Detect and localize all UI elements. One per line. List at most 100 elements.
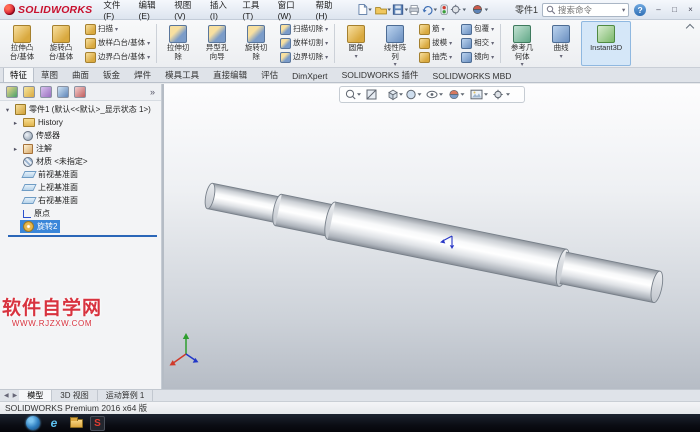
- print-document-button[interactable]: [409, 5, 419, 15]
- menu-insert[interactable]: 插入(I): [206, 0, 238, 24]
- expand-arrow-icon[interactable]: ▸: [11, 119, 20, 127]
- view-orientation-icon[interactable]: [388, 89, 403, 101]
- minimize-button[interactable]: –: [653, 5, 664, 14]
- shaft-model[interactable]: [202, 177, 665, 307]
- internet-explorer-icon[interactable]: e: [46, 416, 62, 431]
- tree-item-sensors[interactable]: 传感器: [0, 129, 161, 142]
- save-document-button[interactable]: [392, 4, 408, 15]
- solidworks-taskbar-icon[interactable]: S: [90, 415, 105, 431]
- tab-solidworks-mbd[interactable]: SOLIDWORKS MBD: [426, 68, 519, 82]
- open-document-button[interactable]: [374, 7, 391, 15]
- intersect-button[interactable]: 相交 ▾: [459, 37, 496, 50]
- tree-item-origin[interactable]: 原点: [0, 207, 161, 220]
- menu-tools[interactable]: 工具(T): [238, 0, 273, 24]
- boundary-cut-button[interactable]: 边界切除 ▾: [278, 51, 330, 64]
- display-style-icon[interactable]: [406, 89, 422, 100]
- tab-surfaces[interactable]: 曲面: [65, 66, 96, 82]
- command-search[interactable]: ▾: [541, 2, 630, 17]
- tree-root-part[interactable]: ▾ 零件1 (默认<<默认>_显示状态 1>): [0, 103, 161, 116]
- help-icon[interactable]: ?: [634, 3, 646, 16]
- tree-item-annotations[interactable]: ▸ 注解: [0, 142, 161, 155]
- swept-boss-base-button[interactable]: 扫描 ▾: [83, 23, 152, 36]
- extruded-cut-button[interactable]: 拉伸切除: [159, 21, 197, 66]
- tree-item-body: 右视基准面: [20, 194, 81, 207]
- reference-geometry-button[interactable]: 参考几 何体 ▾: [503, 21, 541, 68]
- lofted-cut-button[interactable]: 放样切割 ▾: [278, 37, 330, 50]
- tree-item-right-plane[interactable]: 右视基准面: [0, 194, 161, 207]
- doc-tab-model[interactable]: 模型: [19, 390, 53, 401]
- feature-manager-panel: » ▾ 零件1 (默认<<默认>_显示状态 1>) ▸ History 传感器 ▸ 注解 材质…: [0, 84, 162, 389]
- revolved-boss-base-button[interactable]: 旋转凸 台/基体: [42, 21, 80, 66]
- tab-evaluate[interactable]: 评估: [254, 66, 285, 82]
- 3d-model-scene[interactable]: [164, 84, 700, 389]
- tree-item-material[interactable]: 材质 <未指定>: [0, 155, 161, 168]
- menu-view[interactable]: 视图(V): [170, 0, 206, 24]
- curves-button[interactable]: 曲线 ▾: [542, 21, 580, 66]
- new-document-button[interactable]: [358, 4, 372, 15]
- zoom-fit-icon[interactable]: [345, 89, 361, 100]
- options-gear-button[interactable]: [450, 4, 466, 15]
- rebuild-button[interactable]: [440, 4, 448, 15]
- tab-features[interactable]: 特征: [3, 66, 35, 82]
- tree-item-top-plane[interactable]: 上视基准面: [0, 181, 161, 194]
- collapse-ribbon-icon[interactable]: [685, 23, 695, 33]
- section-view-icon[interactable]: [366, 89, 377, 100]
- maximize-button[interactable]: □: [669, 5, 680, 14]
- tab-mold-tools[interactable]: 模具工具: [158, 66, 206, 82]
- hole-wizard-button[interactable]: 异型孔 向导: [198, 21, 236, 66]
- expand-arrow-icon[interactable]: ▾: [3, 106, 12, 114]
- search-input[interactable]: [557, 4, 620, 15]
- property-manager-tab[interactable]: [23, 86, 35, 98]
- start-button[interactable]: [26, 416, 40, 430]
- dimxpert-manager-tab[interactable]: [57, 86, 69, 98]
- revolved-cut-button[interactable]: 旋转切除: [237, 21, 275, 66]
- close-button[interactable]: ×: [685, 5, 696, 14]
- edit-appearance-icon[interactable]: [449, 89, 465, 100]
- edit-appearance-button[interactable]: [472, 5, 488, 14]
- tree-item-history[interactable]: ▸ History: [0, 116, 161, 129]
- tab-weldments[interactable]: 焊件: [127, 66, 158, 82]
- feature-manager-tab[interactable]: [6, 86, 18, 98]
- instant3d-button[interactable]: Instant3D: [581, 21, 632, 66]
- configuration-manager-tab[interactable]: [40, 86, 52, 98]
- tree-item-front-plane[interactable]: 前视基准面: [0, 168, 161, 181]
- undo-button[interactable]: [422, 6, 437, 15]
- tree-item-revolve2[interactable]: 旋转2: [0, 220, 161, 233]
- tab-dimxpert[interactable]: DimXpert: [285, 68, 334, 82]
- menu-edit[interactable]: 编辑(E): [135, 0, 171, 24]
- fillet-button[interactable]: 圆角 ▾: [337, 21, 375, 66]
- extruded-boss-base-button[interactable]: 拉伸凸 台/基体: [3, 21, 41, 66]
- graphics-viewport[interactable]: [164, 84, 700, 389]
- expand-panel-icon[interactable]: »: [150, 87, 155, 97]
- menu-help[interactable]: 帮助(H): [312, 0, 348, 24]
- display-manager-tab[interactable]: [74, 86, 86, 98]
- boundary-boss-base-button[interactable]: 边界凸台/基体 ▾: [83, 51, 152, 64]
- tab-direct-editing[interactable]: 直接编辑: [206, 66, 254, 82]
- hide-show-items-icon[interactable]: [426, 90, 443, 99]
- linear-pattern-button[interactable]: 线性阵列 ▾: [376, 21, 414, 68]
- menu-file[interactable]: 文件(F): [99, 0, 134, 24]
- plane-icon: [21, 171, 37, 178]
- view-settings-icon[interactable]: [493, 89, 510, 100]
- menu-window[interactable]: 窗口(W): [274, 0, 312, 24]
- wrap-button[interactable]: 包覆 ▾: [459, 23, 496, 36]
- scroll-tabs-left[interactable]: ◀: [2, 390, 11, 401]
- file-explorer-icon[interactable]: [68, 416, 84, 431]
- tree-item-label: 传感器: [36, 131, 60, 140]
- doc-tab-3d-views[interactable]: 3D 视图: [52, 390, 98, 401]
- draft-button[interactable]: 拔模 ▾: [417, 37, 454, 50]
- search-dropdown-icon[interactable]: ▾: [622, 6, 625, 14]
- expand-arrow-icon[interactable]: ▸: [11, 145, 20, 153]
- scroll-tabs-right[interactable]: ▶: [11, 390, 20, 401]
- tab-sheet-metal[interactable]: 钣金: [96, 66, 127, 82]
- shell-button[interactable]: 抽壳 ▾: [417, 51, 454, 64]
- tab-solidworks-addins[interactable]: SOLIDWORKS 插件: [335, 66, 426, 82]
- doc-tab-motion-study-1[interactable]: 运动算例 1: [98, 390, 154, 401]
- rollback-bar[interactable]: [8, 235, 157, 237]
- mirror-button[interactable]: 镜向 ▾: [459, 51, 496, 64]
- lofted-boss-base-button[interactable]: 放样凸台/基体 ▾: [83, 37, 152, 50]
- tab-sketch[interactable]: 草图: [34, 66, 65, 82]
- swept-cut-button[interactable]: 扫描切除 ▾: [278, 23, 330, 36]
- apply-scene-icon[interactable]: [470, 89, 488, 100]
- rib-button[interactable]: 筋 ▾: [417, 23, 454, 36]
